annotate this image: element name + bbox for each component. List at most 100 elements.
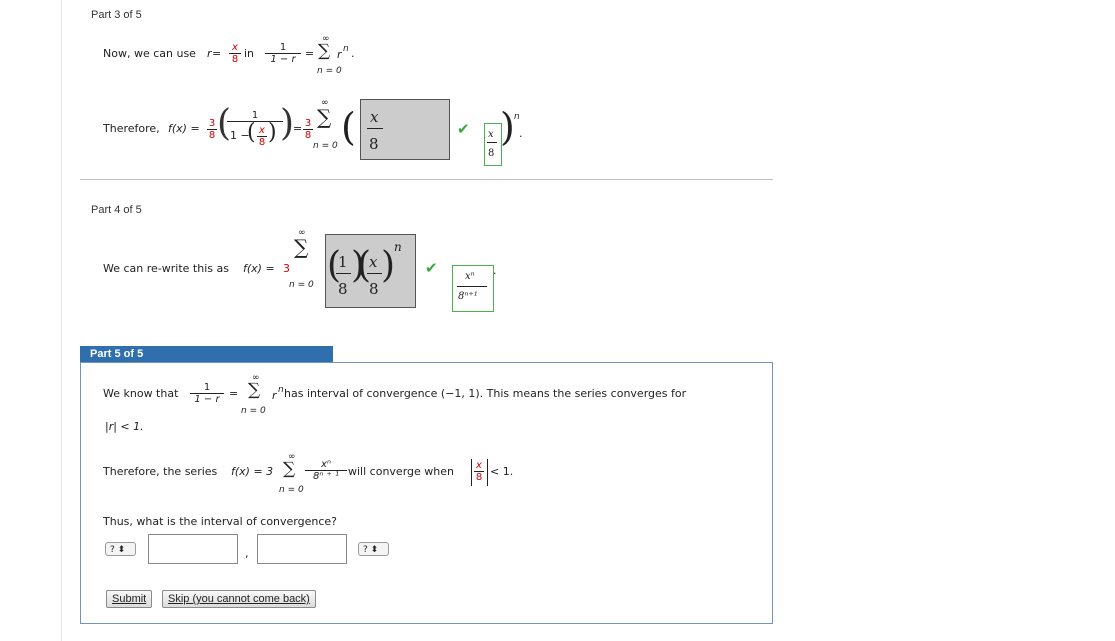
part4-three: 3 bbox=[283, 262, 290, 275]
part5-series-den: 8ⁿ ⁺ ¹ bbox=[305, 470, 347, 482]
left-margin-rule bbox=[61, 0, 62, 641]
part3-3-over-8-b-den: 8 bbox=[303, 129, 313, 141]
part3-inner-x: x bbox=[259, 125, 265, 136]
part4-ans-x: x bbox=[369, 253, 378, 271]
part4-ans-n: n bbox=[394, 240, 402, 254]
part5-abs-frac: x 8 bbox=[474, 460, 484, 483]
part5-abs-x: x bbox=[476, 460, 482, 471]
interval-upper-bound-input[interactable] bbox=[257, 534, 347, 564]
part5-geo-num: 1 bbox=[203, 382, 211, 393]
part3-n-eq-0: n = 0 bbox=[317, 66, 342, 76]
part3-3-over-8: 3 8 bbox=[207, 118, 217, 141]
part3-eq3: = bbox=[293, 122, 303, 135]
part5-pow-n: n bbox=[278, 385, 284, 395]
part4-check-icon: ✔ bbox=[425, 259, 438, 277]
part3-answer-8: 8 bbox=[369, 135, 379, 153]
skip-button[interactable]: Skip (you cannot come back) bbox=[162, 590, 316, 608]
part4-rparen2: ) bbox=[381, 245, 396, 286]
part5-r: r bbox=[272, 389, 277, 402]
part5-abs-8: 8 bbox=[474, 471, 484, 483]
part3-answer-bar bbox=[367, 128, 383, 129]
part3-3-over-8-b-num: 3 bbox=[304, 118, 312, 129]
part3-inner-rparen: ) bbox=[268, 120, 277, 145]
part4-sigma: ∑ bbox=[294, 235, 309, 259]
part5-line3-suffix: < 1. bbox=[490, 465, 514, 478]
part4-correct-bar bbox=[457, 286, 487, 287]
part3-eq: = bbox=[212, 47, 222, 60]
part5-header: Part 5 of 5 bbox=[80, 346, 333, 362]
part3-line2-prefix: Therefore, bbox=[103, 122, 160, 135]
part5-sigma: ∑ bbox=[248, 380, 261, 400]
interval-right-bracket-select[interactable]: ? ⬍ bbox=[358, 542, 389, 556]
part5-abs-left-bar bbox=[471, 459, 472, 486]
interval-comma: , bbox=[245, 547, 249, 560]
part5-abs-right-bar bbox=[487, 459, 488, 486]
part3-3-over-8-b: 3 8 bbox=[303, 118, 313, 141]
part4-correct-num: xⁿ bbox=[465, 271, 475, 282]
interval-lower-bound-input[interactable] bbox=[148, 534, 238, 564]
part3-check-icon: ✔ bbox=[457, 120, 470, 138]
part5-eq: = bbox=[229, 387, 239, 400]
part4-period: . bbox=[493, 264, 497, 277]
part3-inner-x8: x 8 bbox=[257, 125, 267, 148]
part3-answer-x: x bbox=[370, 108, 379, 126]
part5-question: Thus, what is the interval of convergenc… bbox=[103, 515, 338, 528]
part5-n-eq-0: n = 0 bbox=[241, 406, 266, 416]
part3-n-eq-0-b: n = 0 bbox=[313, 141, 338, 151]
part3-3-over-8-den: 8 bbox=[207, 129, 217, 141]
part5-line3-prefix: Therefore, the series bbox=[103, 465, 218, 478]
part5-n-eq-0-b: n = 0 bbox=[279, 485, 304, 495]
part3-inner-lparen: ( bbox=[247, 120, 256, 145]
interval-left-bracket-select[interactable]: ? ⬍ bbox=[105, 542, 136, 556]
part5-series-frac: xⁿ 8ⁿ ⁺ ¹ bbox=[305, 459, 347, 482]
part3-pow-n: n bbox=[343, 44, 349, 54]
part3-geo-den: 1 − r bbox=[265, 53, 301, 65]
part3-line1-prefix: Now, we can use bbox=[103, 47, 196, 60]
part4-line-prefix: We can re-write this as bbox=[103, 262, 229, 275]
part3-r-pow: r bbox=[337, 48, 342, 61]
part3-correct-bar bbox=[487, 142, 497, 143]
part3-geo-num: 1 bbox=[279, 42, 287, 53]
part4-ans-8a: 8 bbox=[338, 280, 348, 298]
part3-frac-den: 8 bbox=[229, 53, 241, 65]
part5-panel bbox=[80, 362, 773, 624]
part3-inner-8: 8 bbox=[257, 136, 267, 148]
part3-period: . bbox=[351, 47, 355, 60]
part5-geo-den: 1 − r bbox=[190, 393, 224, 405]
part5-series-num: xⁿ bbox=[321, 459, 331, 470]
part4-bar1 bbox=[336, 273, 351, 274]
part3-sigma: ∑ bbox=[318, 41, 331, 61]
part3-answer-rparen: ) bbox=[500, 105, 515, 149]
part5-geo-frac: 1 1 − r bbox=[190, 382, 224, 405]
part3-eq2: = bbox=[305, 47, 315, 60]
part3-correct-x: x bbox=[488, 129, 494, 140]
part5-line2: |r| < 1. bbox=[105, 420, 144, 433]
part3-frac-num: x bbox=[232, 42, 238, 53]
part5-sigma-b: ∑ bbox=[283, 459, 296, 479]
part4-ans-8b: 8 bbox=[369, 280, 379, 298]
divider-part3-part4 bbox=[80, 179, 773, 180]
part4-bar2 bbox=[367, 273, 382, 274]
part3-sigma-b: ∑ bbox=[317, 105, 332, 129]
part4-fx: f(x) = bbox=[243, 262, 275, 275]
part5-line1-suffix: has interval of convergence (−1, 1). Thi… bbox=[284, 387, 687, 400]
part3-in: in bbox=[244, 47, 255, 60]
part3-r: r bbox=[207, 47, 212, 60]
part3-frac-geometric: 1 1 − r bbox=[265, 42, 301, 65]
part4-label: Part 4 of 5 bbox=[91, 204, 142, 216]
submit-button[interactable]: Submit bbox=[106, 590, 153, 608]
part3-answer-pow-n: n bbox=[514, 112, 520, 122]
part3-answer-period: . bbox=[519, 127, 523, 140]
part4-correct-den: 8ⁿ⁺¹ bbox=[458, 291, 478, 302]
part3-label: Part 3 of 5 bbox=[91, 9, 142, 21]
part5-line3-mid: will converge when bbox=[348, 465, 454, 478]
part4-n-eq-0: n = 0 bbox=[289, 280, 314, 290]
part3-right-paren: ) bbox=[280, 103, 295, 144]
part3-fx: f(x) = bbox=[168, 122, 200, 135]
part3-3-over-8-num: 3 bbox=[208, 118, 216, 129]
part3-frac-x-over-8: x 8 bbox=[229, 42, 241, 65]
part5-line1-prefix: We know that bbox=[103, 387, 179, 400]
part5-fx: f(x) = 3 bbox=[231, 465, 274, 478]
part3-correct-8: 8 bbox=[488, 148, 495, 159]
part3-answer-lparen: ( bbox=[341, 105, 356, 149]
